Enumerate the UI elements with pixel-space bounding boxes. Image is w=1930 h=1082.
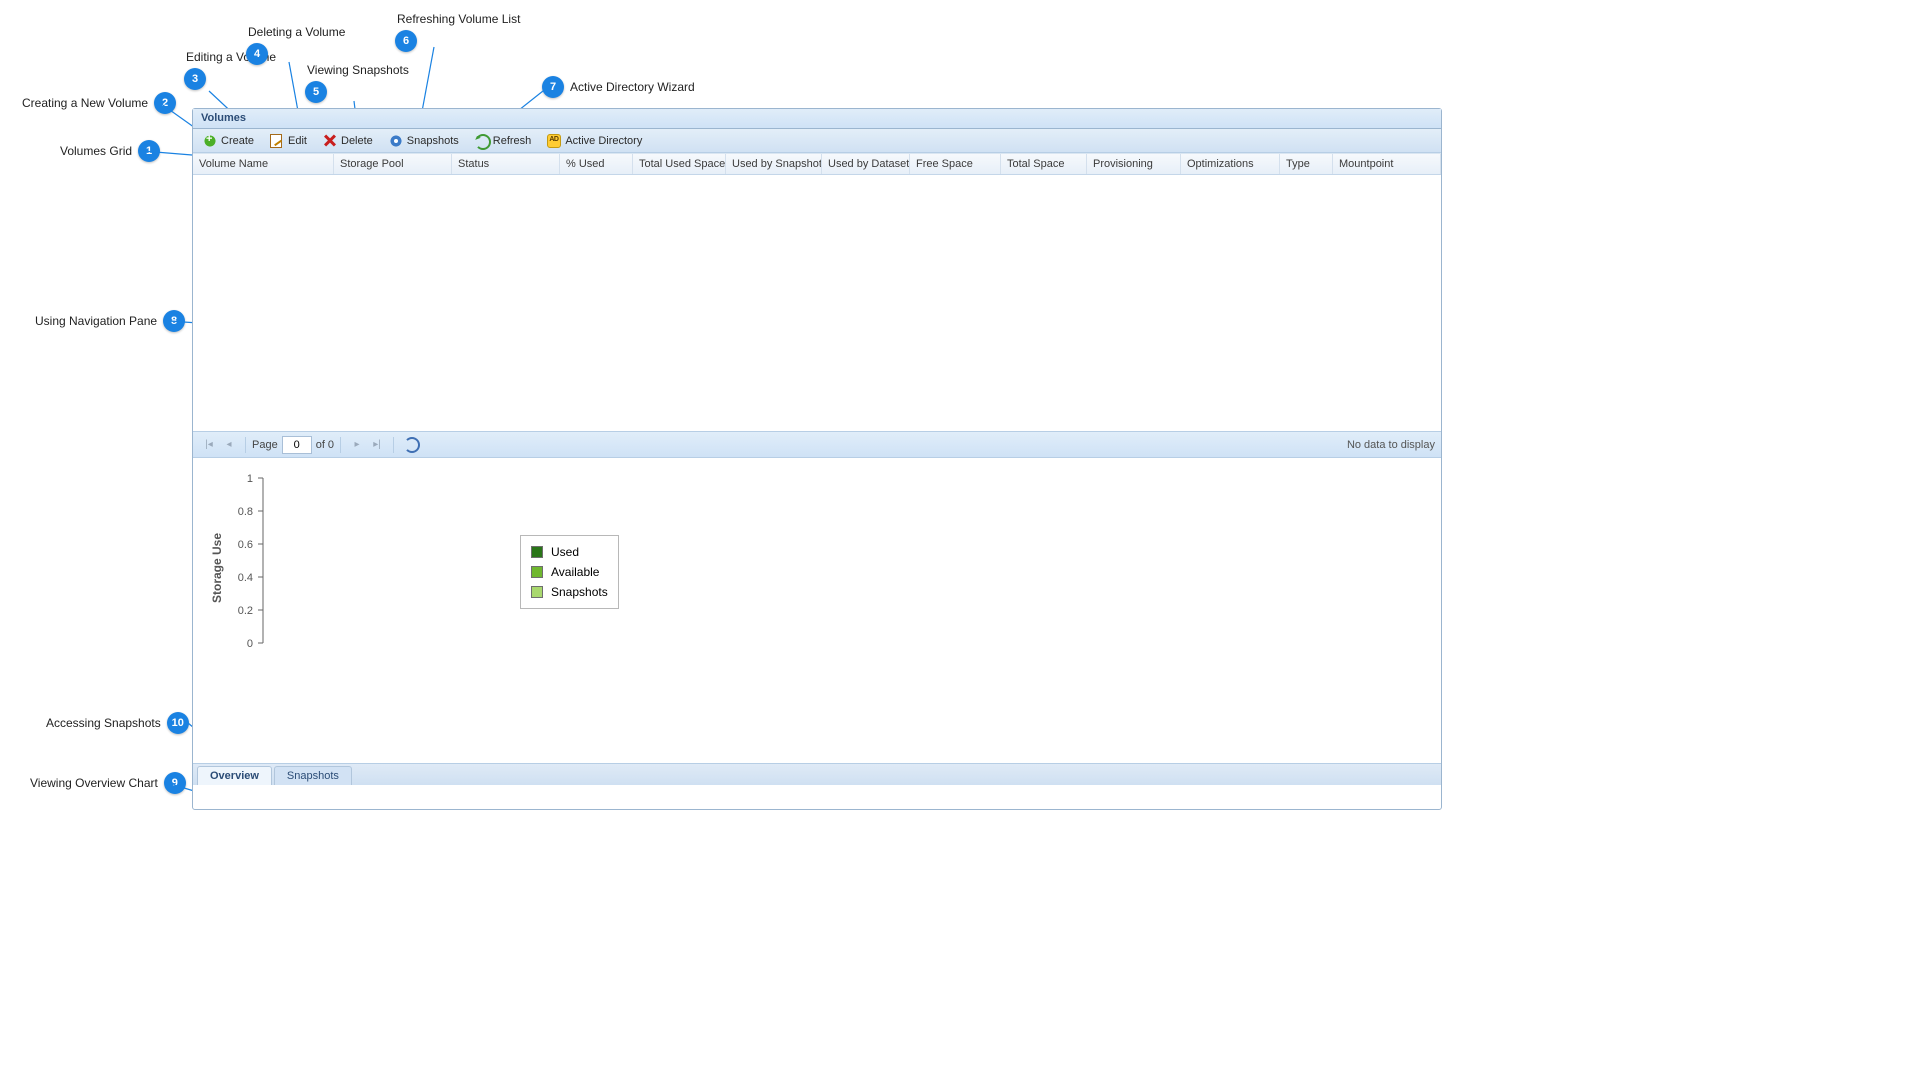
add-icon xyxy=(203,134,217,148)
legend-used: Used xyxy=(531,542,608,562)
callout-4: Deleting a Volume4 xyxy=(246,25,345,65)
col-used-by-snapshots[interactable]: Used by Snapshots xyxy=(726,154,822,174)
col-total-space[interactable]: Total Space xyxy=(1001,154,1087,174)
col-mountpoint[interactable]: Mountpoint xyxy=(1333,154,1441,174)
callout-8: Using Navigation Pane8 xyxy=(35,310,191,332)
col-status[interactable]: Status xyxy=(452,154,560,174)
pager-refresh-icon[interactable] xyxy=(404,437,420,453)
col-used-by-dataset[interactable]: Used by Dataset xyxy=(822,154,910,174)
panel-title: Volumes xyxy=(193,109,1441,129)
svg-text:0.2: 0.2 xyxy=(238,605,253,617)
refresh-icon xyxy=(475,134,489,148)
volumes-grid: Volume Name Storage Pool Status % Used T… xyxy=(193,153,1441,457)
pager-empty-text: No data to display xyxy=(1347,439,1435,451)
pager-page-input[interactable] xyxy=(282,436,312,454)
swatch-available-icon xyxy=(531,566,543,578)
grid-pager: |◂ ◂ Page of 0 ▸ ▸| No data to display xyxy=(193,431,1441,457)
pager-first-icon[interactable]: |◂ xyxy=(201,437,217,453)
volumes-panel: Volumes Create Edit Delete Snapshots Ref… xyxy=(192,108,1442,810)
refresh-button[interactable]: Refresh xyxy=(471,133,536,149)
bottom-tabs: Overview Snapshots xyxy=(193,763,1441,785)
grid-body-empty xyxy=(193,175,1441,431)
swatch-used-icon xyxy=(531,546,543,558)
legend-available: Available xyxy=(531,562,608,582)
svg-text:1: 1 xyxy=(247,473,253,485)
active-directory-icon xyxy=(547,134,561,148)
pager-last-icon[interactable]: ▸| xyxy=(369,437,385,453)
col-free-space[interactable]: Free Space xyxy=(910,154,1001,174)
overview-chart-panel: 1 0.8 0.6 0.4 0.2 0 Storage Use Overview… xyxy=(193,457,1441,785)
snapshots-icon xyxy=(389,134,403,148)
svg-text:0: 0 xyxy=(247,638,253,650)
col-percent-used[interactable]: % Used xyxy=(560,154,633,174)
swatch-snapshots-icon xyxy=(531,586,543,598)
chart-y-label: Storage Use xyxy=(210,533,224,603)
grid-header-row: Volume Name Storage Pool Status % Used T… xyxy=(193,153,1441,175)
svg-text:0.6: 0.6 xyxy=(238,539,253,551)
pager-page-label: Page xyxy=(252,439,278,451)
tab-snapshots[interactable]: Snapshots xyxy=(274,766,352,785)
col-provisioning[interactable]: Provisioning xyxy=(1087,154,1181,174)
callout-5: Viewing Snapshots5 xyxy=(305,63,409,103)
active-directory-button[interactable]: Active Directory xyxy=(543,133,646,149)
chart-legend: Used Available Snapshots xyxy=(520,535,619,609)
callout-10: Accessing Snapshots10 xyxy=(46,712,195,734)
col-storage-pool[interactable]: Storage Pool xyxy=(334,154,452,174)
col-optimizations[interactable]: Optimizations xyxy=(1181,154,1280,174)
callout-7: Active Directory Wizard7 xyxy=(536,76,695,98)
svg-text:0.8: 0.8 xyxy=(238,506,253,518)
callout-2: Creating a New Volume2 xyxy=(22,92,182,114)
volumes-toolbar: Create Edit Delete Snapshots Refresh Act… xyxy=(193,129,1441,153)
callout-6: Refreshing Volume List6 xyxy=(395,12,520,52)
pager-of-label: of 0 xyxy=(316,439,334,451)
pager-prev-icon[interactable]: ◂ xyxy=(221,437,237,453)
delete-button[interactable]: Delete xyxy=(319,133,377,149)
edit-button[interactable]: Edit xyxy=(266,133,311,149)
chart-axes: 1 0.8 0.6 0.4 0.2 0 Storage Use xyxy=(203,468,323,668)
edit-icon xyxy=(270,134,284,148)
create-button[interactable]: Create xyxy=(199,133,258,149)
snapshots-button[interactable]: Snapshots xyxy=(385,133,463,149)
col-type[interactable]: Type xyxy=(1280,154,1333,174)
delete-icon xyxy=(323,134,337,148)
legend-snapshots: Snapshots xyxy=(531,582,608,602)
pager-next-icon[interactable]: ▸ xyxy=(349,437,365,453)
svg-text:0.4: 0.4 xyxy=(238,572,253,584)
col-volume-name[interactable]: Volume Name xyxy=(193,154,334,174)
tab-overview[interactable]: Overview xyxy=(197,766,272,785)
callout-9: Viewing Overview Chart9 xyxy=(30,772,192,794)
col-total-used-space[interactable]: Total Used Space xyxy=(633,154,726,174)
callout-1: Volumes Grid1 xyxy=(60,140,166,162)
